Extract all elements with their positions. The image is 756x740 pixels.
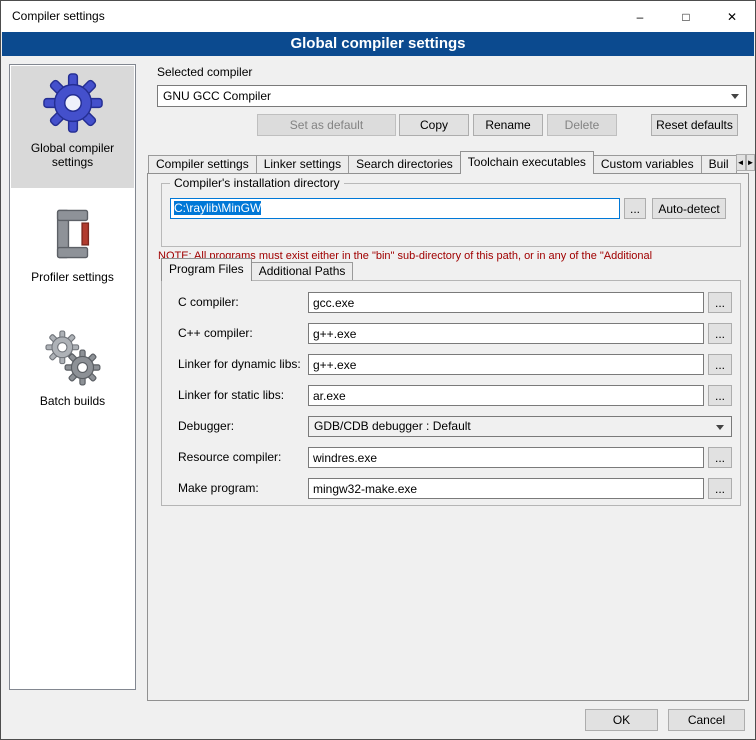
selected-compiler-value: GNU GCC Compiler — [163, 89, 271, 103]
installation-directory-input[interactable]: C:\raylib\MinGW — [170, 198, 620, 219]
field-label: C++ compiler: — [178, 323, 253, 344]
cpp-compiler-input[interactable] — [308, 323, 704, 344]
field-row-resource-compiler: Resource compiler: ... — [162, 447, 740, 468]
tab-linker-settings[interactable]: Linker settings — [256, 155, 349, 173]
field-row-cpp-compiler: C++ compiler: ... — [162, 323, 740, 344]
sidebar-item-label: Profiler settings — [27, 270, 118, 284]
resource-compiler-input[interactable] — [308, 447, 704, 468]
profiler-clamp-icon — [44, 205, 102, 266]
tab-search-directories[interactable]: Search directories — [348, 155, 461, 173]
field-row-make-program: Make program: ... — [162, 478, 740, 499]
tab-custom-variables[interactable]: Custom variables — [593, 155, 702, 173]
installation-directory-value: C:\raylib\MinGW — [174, 201, 261, 215]
groupbox-title: Compiler's installation directory — [170, 176, 344, 190]
minimize-button[interactable]: – — [617, 1, 663, 32]
tab-toolchain-executables[interactable]: Toolchain executables — [460, 151, 594, 174]
auto-detect-button[interactable]: Auto-detect — [652, 198, 726, 219]
field-row-debugger: Debugger: GDB/CDB debugger : Default — [162, 416, 740, 437]
static-libs-linker-input[interactable] — [308, 385, 704, 406]
debugger-value: GDB/CDB debugger : Default — [314, 419, 471, 433]
sidebar-item-label: Global compiler settings — [11, 141, 134, 169]
field-label: Linker for static libs: — [178, 385, 284, 406]
browse-button[interactable]: ... — [708, 292, 732, 313]
browse-button[interactable]: ... — [708, 385, 732, 406]
field-label: C compiler: — [178, 292, 239, 313]
chevron-down-icon — [716, 425, 724, 430]
browse-button[interactable]: ... — [708, 354, 732, 375]
toolchain-executables-panel: Compiler's installation directory C:\ray… — [147, 173, 749, 701]
sidebar-item-global-compiler-settings[interactable]: Global compiler settings — [11, 66, 134, 188]
selected-compiler-select[interactable]: GNU GCC Compiler — [157, 85, 747, 107]
cancel-button[interactable]: Cancel — [668, 709, 745, 731]
browse-button[interactable]: ... — [708, 478, 732, 499]
browse-button[interactable]: ... — [708, 447, 732, 468]
delete-button: Delete — [547, 114, 617, 136]
tab-scroll-right-button[interactable]: ► — [746, 154, 756, 171]
browse-button[interactable]: ... — [708, 323, 732, 344]
sidebar-item-batch-builds[interactable]: Batch builds — [11, 323, 134, 433]
copy-button[interactable]: Copy — [399, 114, 469, 136]
gray-gears-icon — [44, 329, 102, 390]
tab-scroll-left-button[interactable]: ◄ — [736, 154, 746, 171]
field-label: Linker for dynamic libs: — [178, 354, 301, 375]
sidebar-item-profiler-settings[interactable]: Profiler settings — [11, 199, 134, 309]
settings-tabstrip: Compiler settings Linker settings Search… — [148, 151, 749, 174]
window-title: Compiler settings — [12, 1, 105, 32]
field-row-dynamic-linker: Linker for dynamic libs: ... — [162, 354, 740, 375]
subtab-program-files[interactable]: Program Files — [161, 258, 252, 281]
installation-directory-groupbox: Compiler's installation directory C:\ray… — [161, 183, 741, 247]
selected-compiler-label: Selected compiler — [157, 65, 252, 79]
c-compiler-input[interactable] — [308, 292, 704, 313]
field-row-c-compiler: C compiler: ... — [162, 292, 740, 313]
page-title: Global compiler settings — [2, 32, 754, 56]
field-label: Resource compiler: — [178, 447, 281, 468]
set-as-default-button: Set as default — [257, 114, 396, 136]
subtab-additional-paths[interactable]: Additional Paths — [251, 262, 354, 280]
make-program-input[interactable] — [308, 478, 704, 499]
tab-compiler-settings[interactable]: Compiler settings — [148, 155, 257, 173]
blue-gear-icon — [42, 72, 104, 137]
ok-button[interactable]: OK — [585, 709, 658, 731]
program-files-tabstrip: Program Files Additional Paths — [161, 258, 352, 281]
debugger-select[interactable]: GDB/CDB debugger : Default — [308, 416, 732, 437]
compiler-settings-dialog: Compiler settings – □ ✕ Global compiler … — [0, 0, 756, 740]
reset-defaults-button[interactable]: Reset defaults — [651, 114, 738, 136]
field-row-static-linker: Linker for static libs: ... — [162, 385, 740, 406]
field-label: Make program: — [178, 478, 259, 499]
settings-category-sidebar: Global compiler settings Profiler settin… — [9, 64, 136, 690]
maximize-button[interactable]: □ — [663, 1, 709, 32]
chevron-down-icon — [731, 94, 739, 99]
close-button[interactable]: ✕ — [709, 1, 755, 32]
tab-build-options-truncated[interactable]: Buil — [701, 155, 737, 173]
installation-directory-browse-button[interactable]: ... — [624, 198, 646, 219]
rename-button[interactable]: Rename — [473, 114, 543, 136]
field-label: Debugger: — [178, 416, 234, 437]
program-files-panel: C compiler: ... C++ compiler: ... Linker… — [161, 280, 741, 506]
sidebar-item-label: Batch builds — [36, 394, 109, 408]
titlebar: Compiler settings – □ ✕ — [1, 1, 755, 32]
dynamic-libs-linker-input[interactable] — [308, 354, 704, 375]
